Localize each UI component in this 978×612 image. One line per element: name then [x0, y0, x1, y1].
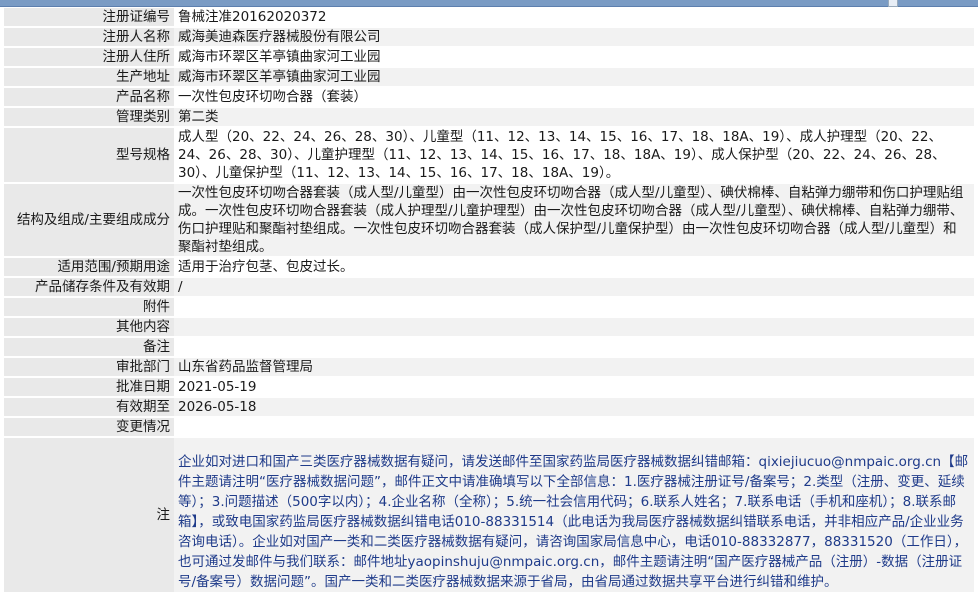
field-value: 威海美迪森医疗器械股份有限公司	[174, 28, 974, 46]
table-row: 结构及组成/主要组成成分 一次性包皮环切吻合器套装（成人型/儿童型）由一次性包皮环…	[4, 184, 974, 256]
field-value: 山东省药品监督管理局	[174, 358, 974, 376]
table-row: 其他内容	[4, 318, 974, 336]
table-row: 管理类别 第二类	[4, 108, 974, 126]
field-label: 适用范围/预期用途	[4, 258, 174, 276]
field-value: 第二类	[174, 108, 974, 126]
note-text: 企业如对进口和国产三类医疗器械数据有疑问，请发送邮件至国家药监局医疗器械数据纠错…	[178, 454, 969, 590]
field-value: 威海市环翠区羊亭镇曲家河工业园	[174, 68, 974, 86]
field-label: 审批部门	[4, 358, 174, 376]
field-label: 其他内容	[4, 318, 174, 336]
table-row: 注册证编号 鲁械注准20162020372	[4, 8, 974, 26]
field-label: 产品储存条件及有效期	[4, 278, 174, 296]
info-rows: 注册证编号 鲁械注准20162020372 注册人名称 威海美迪森医疗器械股份有限公司…	[4, 8, 974, 436]
table-row: 适用范围/预期用途 适用于治疗包茎、包皮过长。	[4, 258, 974, 276]
field-value: 鲁械注准20162020372	[174, 8, 974, 26]
table-row: 变更情况	[4, 418, 974, 436]
field-label: 批准日期	[4, 378, 174, 396]
table-row: 批准日期 2021-05-19	[4, 378, 974, 396]
field-value	[174, 318, 974, 336]
field-label: 型号规格	[4, 128, 174, 182]
table-row: 注册人住所 威海市环翠区羊亭镇曲家河工业园	[4, 48, 974, 66]
field-value: 2026-05-18	[174, 398, 974, 416]
field-value: 一次性包皮环切吻合器套装（成人型/儿童型）由一次性包皮环切吻合器（成人型/儿童型…	[174, 184, 974, 256]
field-label: 生产地址	[4, 68, 174, 86]
field-value	[174, 298, 974, 316]
field-label: 注册证编号	[4, 8, 174, 26]
table-row: 产品储存条件及有效期 /	[4, 278, 974, 296]
field-value	[174, 418, 974, 436]
registration-info-table: 注册证编号 鲁械注准20162020372 注册人名称 威海美迪森医疗器械股份有限公司…	[4, 6, 974, 594]
table-row: 产品名称 一次性包皮环切吻合器（套装）	[4, 88, 974, 106]
field-label: 管理类别	[4, 108, 174, 126]
table-row: 审批部门 山东省药品监督管理局	[4, 358, 974, 376]
table-row-note: 注 企业如对进口和国产三类医疗器械数据有疑问，请发送邮件至国家药监局医疗器械数据…	[4, 438, 974, 592]
field-value	[174, 338, 974, 356]
field-value: /	[174, 278, 974, 296]
field-label: 结构及组成/主要组成成分	[4, 184, 174, 256]
field-label: 注	[4, 438, 174, 592]
field-value: 2021-05-19	[174, 378, 974, 396]
field-label: 变更情况	[4, 418, 174, 436]
field-label: 备注	[4, 338, 174, 356]
field-value: 一次性包皮环切吻合器（套装）	[174, 88, 974, 106]
table-row: 生产地址 威海市环翠区羊亭镇曲家河工业园	[4, 68, 974, 86]
field-value: 成人型（20、22、24、26、28、30）、儿童型（11、12、13、14、1…	[174, 128, 974, 182]
field-label: 有效期至	[4, 398, 174, 416]
table-row: 附件	[4, 298, 974, 316]
table-row: 注册人名称 威海美迪森医疗器械股份有限公司	[4, 28, 974, 46]
field-label: 产品名称	[4, 88, 174, 106]
field-label: 注册人名称	[4, 28, 174, 46]
table-row: 型号规格 成人型（20、22、24、26、28、30）、儿童型（11、12、13、…	[4, 128, 974, 182]
note-section: 注 企业如对进口和国产三类医疗器械数据有疑问，请发送邮件至国家药监局医疗器械数据…	[4, 438, 974, 592]
field-value: 威海市环翠区羊亭镇曲家河工业园	[174, 48, 974, 66]
field-label: 注册人住所	[4, 48, 174, 66]
field-label: 附件	[4, 298, 174, 316]
field-value: 适用于治疗包茎、包皮过长。	[174, 258, 974, 276]
table-row: 备注	[4, 338, 974, 356]
table-row: 有效期至 2026-05-18	[4, 398, 974, 416]
field-value: 企业如对进口和国产三类医疗器械数据有疑问，请发送邮件至国家药监局医疗器械数据纠错…	[174, 438, 974, 592]
